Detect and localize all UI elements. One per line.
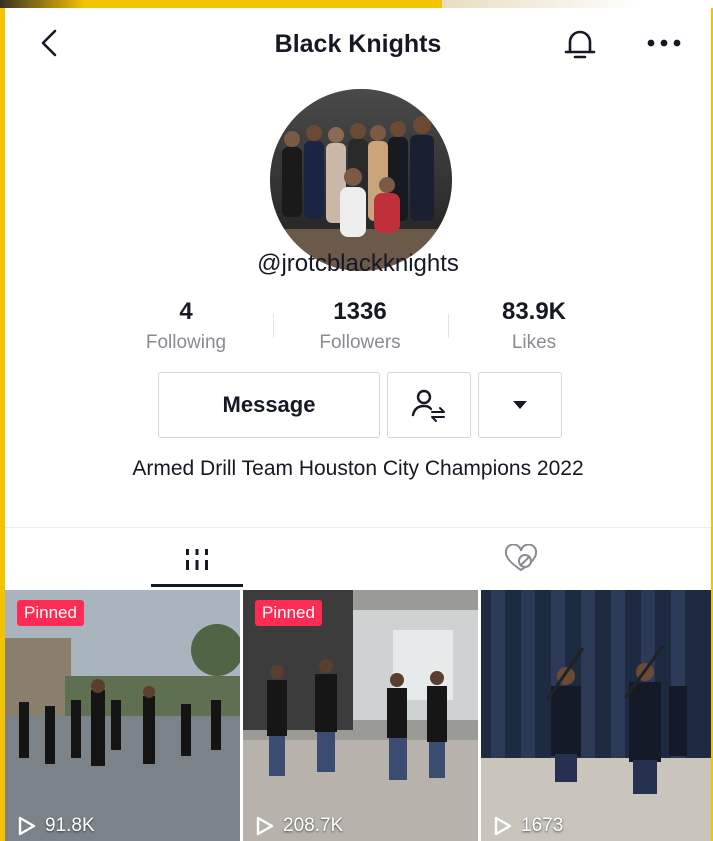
stat-divider (273, 314, 274, 338)
stat-followers[interactable]: 1336 Followers (285, 298, 435, 354)
profile-bio: Armed Drill Team Houston City Champions … (132, 457, 584, 480)
stat-likes: 83.9K Likes (459, 298, 609, 354)
following-label: Following (145, 332, 227, 353)
tab-videos[interactable] (151, 530, 243, 588)
tab-liked[interactable] (475, 530, 567, 588)
pinned-badge: Pinned (255, 600, 322, 626)
likes-count: 83.9K (501, 298, 567, 325)
stat-following[interactable]: 4 Following (111, 298, 261, 354)
section-divider (5, 527, 711, 528)
message-button[interactable]: Message (158, 372, 380, 438)
video-thumbnail[interactable]: 1673 (481, 590, 711, 841)
play-icon (494, 816, 512, 836)
followers-label: Followers (319, 332, 401, 353)
video-thumbnail[interactable]: Pinned 91.8K (5, 590, 240, 841)
top-strip (0, 0, 713, 8)
user-swap-icon (411, 389, 445, 422)
hidden-heart-icon (504, 544, 538, 572)
stat-divider (448, 314, 449, 338)
view-count: 91.8K (17, 815, 95, 837)
follow-toggle-button[interactable] (387, 372, 471, 438)
avatar[interactable] (270, 89, 452, 271)
likes-label: Likes (511, 332, 557, 353)
profile-screen: Black Knights @jrotcblackknights 4 Follo… (5, 8, 711, 841)
grid-icon (186, 549, 208, 570)
play-icon (256, 816, 274, 836)
page-title: Black Knights (274, 30, 442, 58)
followers-count: 1336 (333, 298, 387, 325)
view-count: 1673 (493, 815, 563, 837)
view-count: 208.7K (255, 815, 343, 837)
caret-down-icon (513, 401, 527, 409)
pinned-badge: Pinned (17, 600, 84, 626)
view-count-text: 208.7K (283, 815, 344, 836)
active-tab-indicator (151, 584, 243, 587)
header-bar: Black Knights (5, 8, 711, 80)
more-dots-icon[interactable] (641, 26, 687, 60)
username: @jrotcblackknights (257, 250, 459, 277)
suggested-dropdown-button[interactable] (478, 372, 562, 438)
bell-icon[interactable] (560, 24, 600, 64)
following-count: 4 (179, 298, 193, 325)
view-count-text: 91.8K (45, 815, 95, 836)
play-icon (18, 816, 36, 836)
view-count-text: 1673 (521, 815, 564, 836)
video-thumbnail[interactable]: Pinned 208.7K (243, 590, 478, 841)
